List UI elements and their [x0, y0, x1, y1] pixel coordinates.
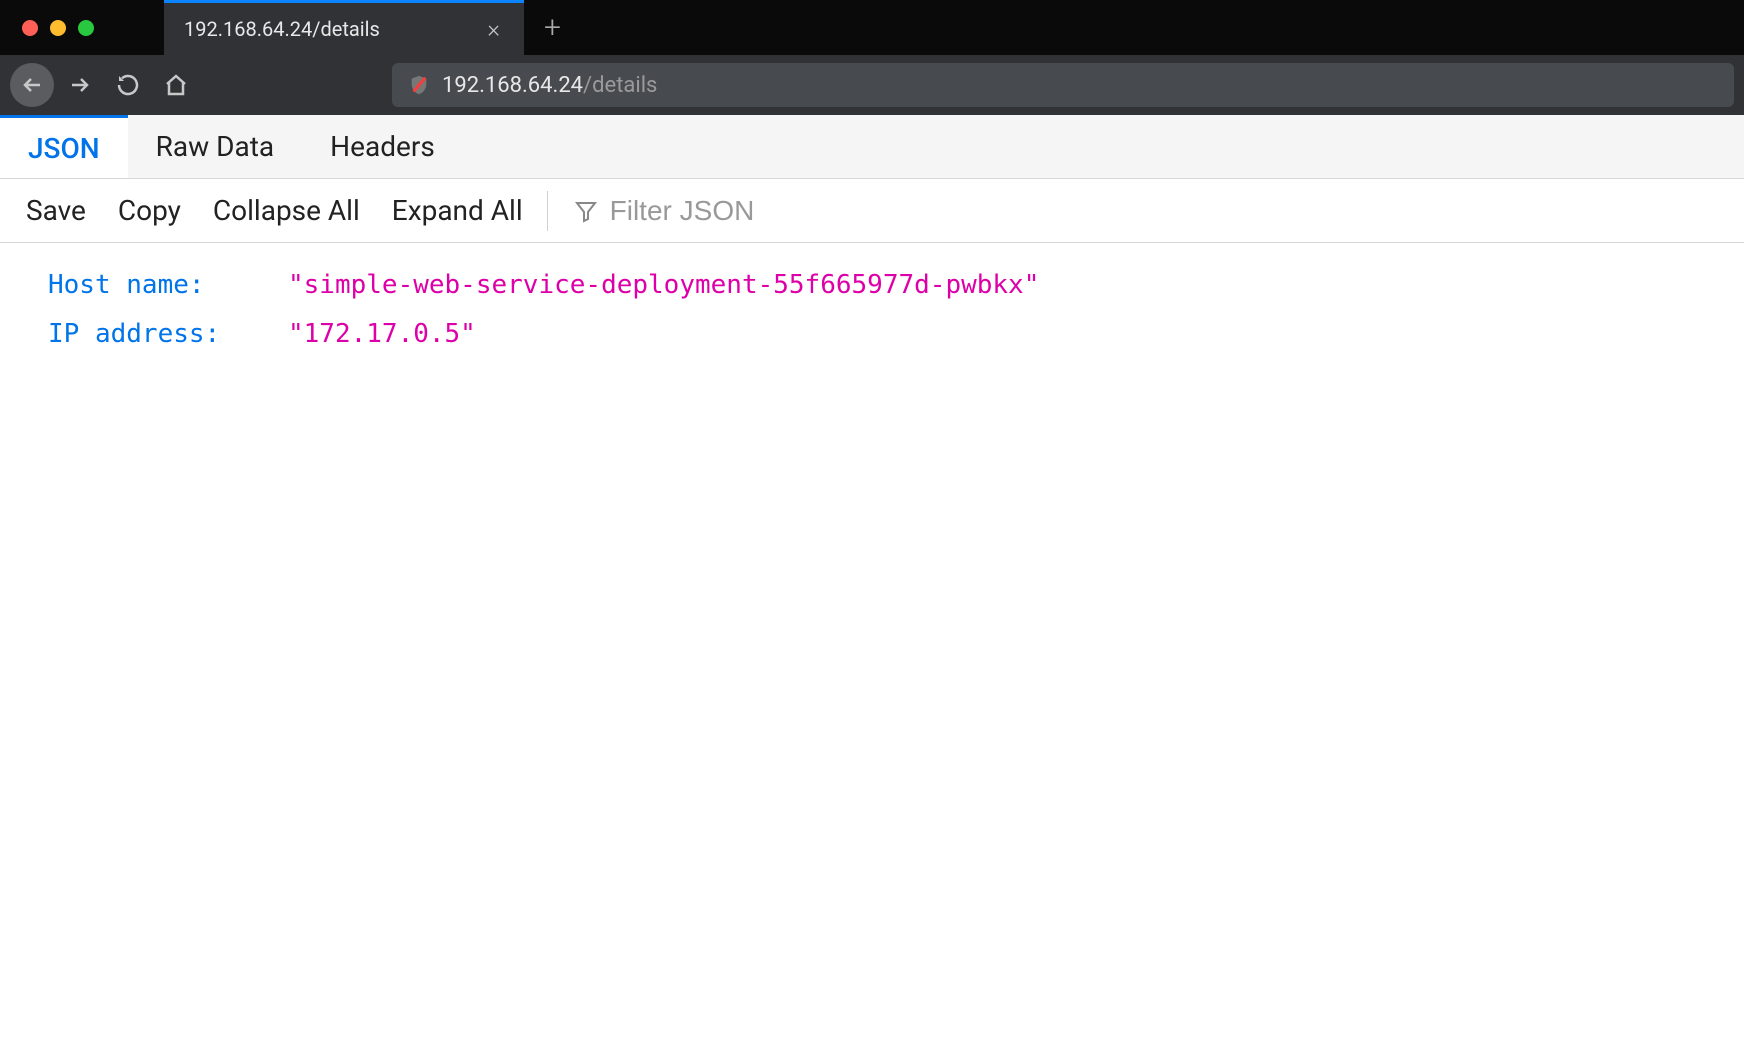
json-row: Host name: "simple-web-service-deploymen…	[48, 261, 1744, 310]
json-value: "172.17.0.5"	[288, 310, 476, 359]
json-row: IP address: "172.17.0.5"	[48, 310, 1744, 359]
filter-wrap	[556, 195, 1744, 227]
reload-icon	[116, 73, 140, 97]
funnel-icon	[574, 199, 598, 223]
window-maximize-button[interactable]	[78, 20, 94, 36]
separator	[547, 191, 548, 231]
filter-json-input[interactable]	[610, 195, 910, 227]
back-button[interactable]	[10, 63, 54, 107]
url-path: /details	[583, 73, 657, 98]
url-text: 192.168.64.24/details	[442, 73, 657, 98]
window-close-button[interactable]	[22, 20, 38, 36]
arrow-right-icon	[68, 73, 92, 97]
collapse-all-button[interactable]: Collapse All	[197, 179, 376, 242]
window-titlebar: 192.168.64.24/details × +	[0, 0, 1744, 55]
security-shield-icon	[408, 74, 430, 96]
new-tab-button[interactable]: +	[544, 10, 561, 45]
traffic-lights	[0, 20, 94, 36]
home-icon	[164, 73, 188, 97]
tab-json[interactable]: JSON	[0, 115, 128, 178]
window-minimize-button[interactable]	[50, 20, 66, 36]
tab-raw-data[interactable]: Raw Data	[128, 115, 302, 178]
url-host: 192.168.64.24	[442, 73, 583, 98]
forward-button[interactable]	[58, 63, 102, 107]
json-key[interactable]: Host name:	[48, 261, 288, 310]
home-button[interactable]	[154, 63, 198, 107]
url-bar[interactable]: 192.168.64.24/details	[392, 63, 1734, 107]
tab-title: 192.168.64.24/details	[184, 17, 481, 41]
arrow-left-icon	[20, 73, 44, 97]
save-button[interactable]: Save	[0, 179, 102, 242]
json-viewer-tabs: JSON Raw Data Headers	[0, 115, 1744, 179]
reload-button[interactable]	[106, 63, 150, 107]
json-viewer-action-bar: Save Copy Collapse All Expand All	[0, 179, 1744, 243]
browser-nav-bar: 192.168.64.24/details	[0, 55, 1744, 115]
json-key[interactable]: IP address:	[48, 310, 288, 359]
json-value: "simple-web-service-deployment-55f665977…	[288, 261, 1039, 310]
copy-button[interactable]: Copy	[102, 179, 197, 242]
tab-headers[interactable]: Headers	[302, 115, 463, 178]
json-body: Host name: "simple-web-service-deploymen…	[0, 243, 1744, 360]
browser-tab[interactable]: 192.168.64.24/details ×	[164, 0, 524, 55]
expand-all-button[interactable]: Expand All	[376, 179, 539, 242]
close-tab-icon[interactable]: ×	[481, 15, 506, 43]
